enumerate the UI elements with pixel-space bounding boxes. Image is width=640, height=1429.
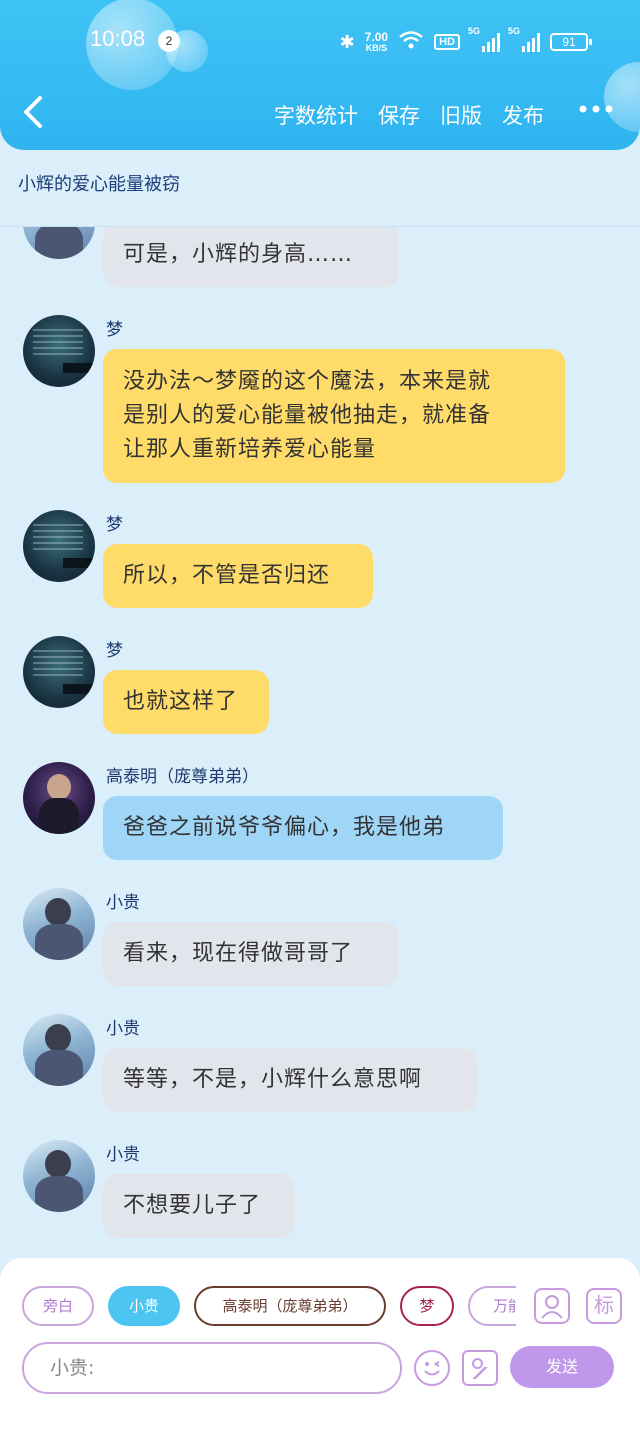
nav-actions: 字数统计 保存 旧版 发布: [274, 100, 544, 130]
network-speed-unit: KB/S: [365, 43, 388, 53]
sender-name: 梦: [106, 641, 123, 661]
message-line: 让那人重新培养爱心能量: [123, 437, 377, 462]
sender-name: 梦: [106, 515, 123, 535]
sender-name: 小贵: [106, 893, 140, 913]
more-button[interactable]: [578, 94, 614, 131]
publish-button[interactable]: 发布: [502, 100, 544, 130]
message-line: 是别人的爱心能量被他抽走，就准备: [123, 403, 492, 428]
wifi-icon: [398, 30, 424, 55]
role-chip-wanneng[interactable]: 万能: [468, 1286, 516, 1326]
top-header: 10:08 2 ✱ 7.00 KB/S HD 5G 5G 91 字数统计 保存 …: [0, 0, 640, 150]
sim1-label: 5G: [468, 26, 481, 36]
signal-sim2-icon: 5G: [508, 26, 540, 52]
message-bubble[interactable]: 等等，不是，小辉什么意思啊: [103, 1048, 477, 1112]
signal-sim1-icon: 5G: [468, 26, 500, 52]
story-title: 小辉的爱心能量被窃: [18, 174, 180, 195]
save-button[interactable]: 保存: [378, 100, 420, 130]
bluetooth-icon: ✱: [339, 31, 355, 53]
chat-list[interactable]: 可是，小辉的身高…… 梦 没办法～梦魇的这个魔法，本来是就 是别人的爱心能量被他…: [0, 227, 640, 1260]
hd-badge: HD: [434, 34, 460, 50]
sender-name: 高泰明（庞尊弟弟）: [106, 767, 259, 787]
smiley-icon: [424, 1361, 440, 1376]
sim2-label: 5G: [508, 26, 521, 36]
role-chip-gao-taiming[interactable]: 高泰明（庞尊弟弟）: [194, 1286, 386, 1326]
word-count-button[interactable]: 字数统计: [274, 100, 358, 130]
avatar[interactable]: [23, 1140, 95, 1212]
message-bubble[interactable]: 爸爸之前说爷爷偏心，我是他弟: [103, 796, 503, 860]
message-bubble[interactable]: 可是，小辉的身高……: [103, 227, 399, 287]
avatar[interactable]: [23, 315, 95, 387]
status-icons: ✱ 7.00 KB/S HD 5G 5G 91: [339, 26, 592, 56]
avatar[interactable]: [23, 888, 95, 960]
role-selector[interactable]: 旁白 小贵 高泰明（庞尊弟弟） 梦 万能: [22, 1286, 516, 1328]
character-card-button[interactable]: [534, 1288, 570, 1324]
old-version-button[interactable]: 旧版: [440, 100, 482, 130]
message-bubble[interactable]: 所以，不管是否归还: [103, 544, 373, 608]
back-button[interactable]: [20, 94, 44, 137]
image-button[interactable]: [462, 1350, 498, 1386]
role-chip-narrator[interactable]: 旁白: [22, 1286, 94, 1326]
message-input[interactable]: 小贵:: [22, 1342, 402, 1394]
sender-name: 小贵: [106, 1019, 140, 1039]
status-time: 10:08: [90, 26, 146, 51]
character-card-icon: [541, 1295, 563, 1319]
network-speed-value: 7.00: [364, 30, 389, 44]
message-line: 没办法～梦魇的这个魔法，本来是就: [123, 369, 492, 394]
sender-name: 梦: [106, 320, 123, 340]
avatar[interactable]: [23, 1014, 95, 1086]
avatar[interactable]: [23, 227, 95, 259]
message-bubble[interactable]: 看来，现在得做哥哥了: [103, 922, 399, 986]
status-bar: 10:08 2 ✱ 7.00 KB/S HD 5G 5G 91: [0, 22, 640, 62]
network-speed: 7.00 KB/S: [365, 31, 388, 53]
role-chip-meng[interactable]: 梦: [400, 1286, 454, 1326]
avatar[interactable]: [23, 636, 95, 708]
message-bubble[interactable]: 没办法～梦魇的这个魔法，本来是就 是别人的爱心能量被他抽走，就准备 让那人重新培…: [103, 349, 565, 483]
emoji-button[interactable]: [414, 1350, 450, 1386]
role-chip-xiaogui[interactable]: 小贵: [108, 1286, 180, 1326]
message-bubble[interactable]: 也就这样了: [103, 670, 269, 734]
avatar[interactable]: [23, 510, 95, 582]
send-button[interactable]: 发送: [510, 1346, 614, 1388]
mark-button[interactable]: 标: [586, 1288, 622, 1324]
avatar[interactable]: [23, 762, 95, 834]
battery-icon: 91: [550, 33, 592, 51]
compose-panel: 旁白 小贵 高泰明（庞尊弟弟） 梦 万能 标 小贵: 发送: [0, 1258, 640, 1429]
message-bubble[interactable]: 不想要儿子了: [103, 1174, 295, 1238]
notification-badge: 2: [158, 30, 180, 52]
chevron-left-icon: [24, 96, 42, 128]
nav-bar: 字数统计 保存 旧版 发布: [0, 90, 640, 140]
sender-name: 小贵: [106, 1145, 140, 1165]
more-dots-icon: [579, 105, 613, 113]
